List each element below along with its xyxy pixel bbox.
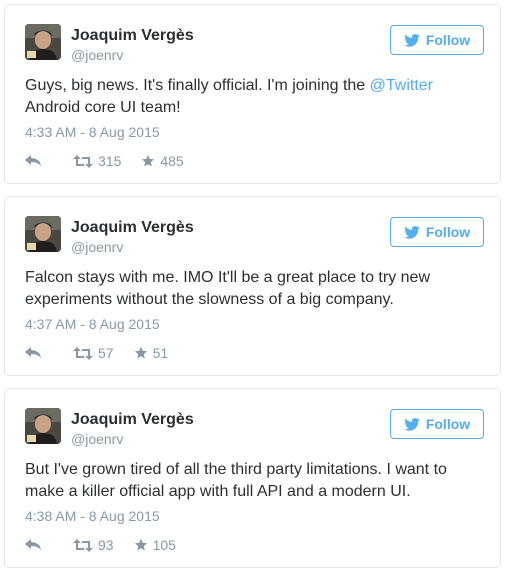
- tweet-text: Guys, big news. It's finally official. I…: [25, 75, 465, 119]
- author-handle[interactable]: @joenrv: [71, 47, 123, 63]
- retweet-button[interactable]: 315: [73, 153, 121, 169]
- reply-button[interactable]: [25, 155, 65, 167]
- twitter-bird-icon: [404, 33, 420, 47]
- tweet-text-part: Falcon stays with me. IMO It'll be a gre…: [25, 269, 430, 308]
- retweet-button[interactable]: 93: [73, 537, 114, 553]
- follow-label: Follow: [425, 416, 471, 432]
- author-name[interactable]: Joaquim Vergès: [71, 27, 194, 45]
- author-handle[interactable]: @joenrv: [71, 239, 123, 255]
- retweet-icon: [73, 154, 93, 168]
- tweet-text: Falcon stays with me. IMO It'll be a gre…: [25, 267, 465, 311]
- timestamp[interactable]: 4:33 AM - 8 Aug 2015: [25, 124, 160, 140]
- tweet-actions: 315 485: [25, 151, 184, 171]
- reply-icon: [25, 155, 41, 166]
- star-icon: [134, 538, 147, 551]
- twitter-bird-icon: [404, 417, 420, 431]
- author-name[interactable]: Joaquim Vergès: [71, 219, 194, 237]
- twitter-bird-icon: [404, 225, 420, 239]
- avatar[interactable]: [25, 408, 61, 444]
- favorite-button[interactable]: 485: [141, 153, 184, 169]
- tweet-card: Joaquim Vergès @joenrv Follow Falcon sta…: [4, 196, 501, 376]
- tweet-text-part: Android core UI team!: [25, 99, 181, 116]
- avatar-image: [25, 216, 61, 252]
- favorite-count: 51: [152, 345, 169, 361]
- favorite-count: 105: [152, 537, 176, 553]
- reply-icon: [25, 539, 41, 550]
- star-icon: [142, 154, 155, 167]
- tweet-actions: 57 51: [25, 343, 168, 363]
- author-name[interactable]: Joaquim Vergès: [71, 411, 194, 429]
- favorite-button[interactable]: 51: [134, 345, 169, 361]
- tweet-actions: 93 105: [25, 535, 176, 555]
- timestamp[interactable]: 4:37 AM - 8 Aug 2015: [25, 316, 160, 332]
- author-handle[interactable]: @joenrv: [71, 431, 123, 447]
- follow-label: Follow: [425, 224, 471, 240]
- tweet-text-part: Guys, big news. It's finally official. I…: [25, 77, 370, 94]
- follow-button[interactable]: Follow: [390, 409, 484, 439]
- reply-icon: [25, 347, 41, 358]
- retweet-count: 93: [98, 537, 114, 553]
- timestamp[interactable]: 4:38 AM - 8 Aug 2015: [25, 508, 160, 524]
- avatar[interactable]: [25, 24, 61, 60]
- favorite-button[interactable]: 105: [134, 537, 176, 553]
- reply-button[interactable]: [25, 347, 65, 359]
- retweet-icon: [73, 346, 93, 360]
- avatar-image: [25, 408, 61, 444]
- retweet-count: 315: [98, 153, 122, 169]
- star-icon: [134, 346, 147, 359]
- tweet-text: But I've grown tired of all the third pa…: [25, 459, 465, 503]
- follow-button[interactable]: Follow: [390, 25, 484, 55]
- avatar[interactable]: [25, 216, 61, 252]
- mention-link[interactable]: @Twitter: [370, 77, 433, 94]
- tweet-card: Joaquim Vergès @joenrv Follow But I've g…: [4, 388, 501, 568]
- retweet-icon: [73, 538, 93, 552]
- reply-button[interactable]: [25, 539, 65, 551]
- tweet-text-part: But I've grown tired of all the third pa…: [25, 461, 447, 500]
- follow-button[interactable]: Follow: [390, 217, 484, 247]
- favorite-count: 485: [160, 153, 184, 169]
- follow-label: Follow: [425, 32, 471, 48]
- retweet-button[interactable]: 57: [73, 345, 114, 361]
- tweet-card: Joaquim Vergès @joenrv Follow Guys, big …: [4, 4, 501, 184]
- retweet-count: 57: [98, 345, 114, 361]
- avatar-image: [25, 24, 61, 60]
